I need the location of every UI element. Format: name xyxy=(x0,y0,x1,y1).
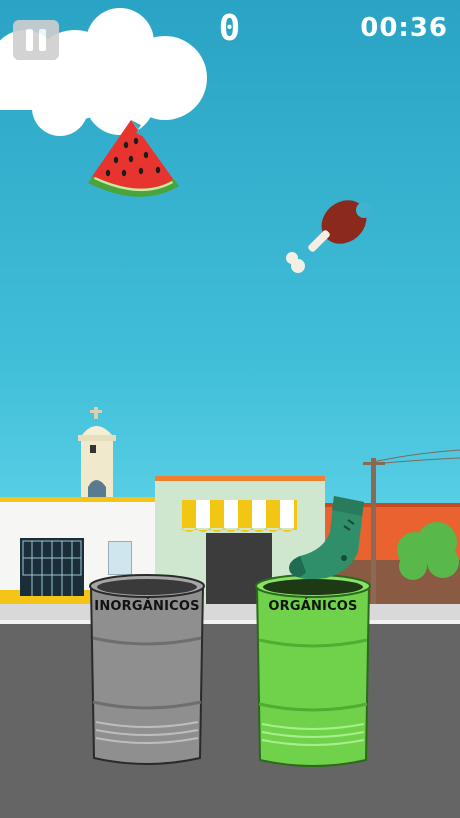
game-scene: INORGÁNICOS ORGÁNICOS 0 00:36 xyxy=(0,0,460,818)
green-sock[interactable] xyxy=(284,492,376,584)
countdown-timer: 00:36 xyxy=(360,13,448,43)
chicken-leg[interactable] xyxy=(282,192,374,284)
road xyxy=(0,624,460,818)
building-window-small xyxy=(108,541,132,575)
bin-inorganicos[interactable]: INORGÁNICOS xyxy=(88,572,206,768)
bin-organicos[interactable]: ORGÁNICOS xyxy=(254,572,372,772)
bin-label-inorganicos: INORGÁNICOS xyxy=(94,599,200,614)
shop-awning xyxy=(182,500,297,532)
bin-label-organicos: ORGÁNICOS xyxy=(268,599,358,614)
church-tower xyxy=(78,407,116,503)
watermelon-slice[interactable] xyxy=(86,115,181,200)
tree xyxy=(397,522,459,616)
building-window xyxy=(20,538,84,596)
sidewalk xyxy=(0,604,460,620)
